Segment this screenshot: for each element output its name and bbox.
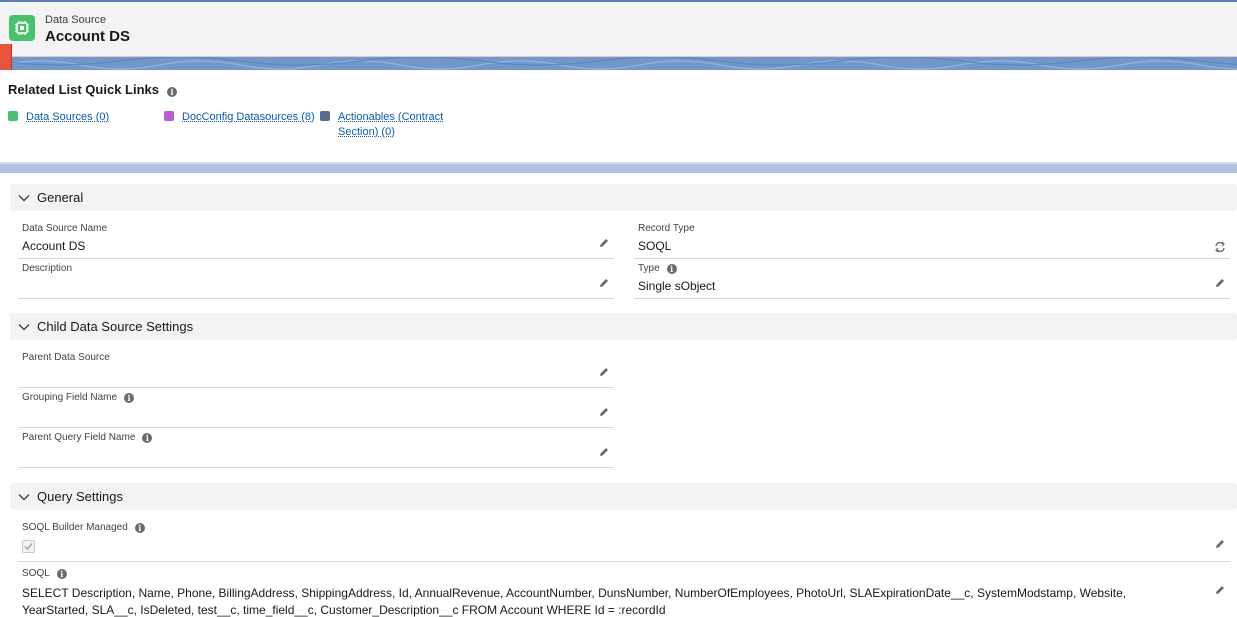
quick-link-label[interactable]: Actionables (Contract Section) (0) xyxy=(338,110,443,140)
field-label-text: SOQL Builder Managed xyxy=(22,522,128,533)
decorative-banner xyxy=(0,57,1237,70)
section-title: Child Data Source Settings xyxy=(37,319,194,334)
pencil-icon[interactable] xyxy=(1214,538,1226,550)
field-label: SOQL i xyxy=(22,568,67,579)
quick-link-label[interactable]: Data Sources (0) xyxy=(26,110,109,125)
checkmark-icon xyxy=(24,543,33,550)
utility-tab-handle[interactable] xyxy=(0,44,12,70)
field-parent-data-source: Parent Data Source xyxy=(18,350,614,388)
field-label: Parent Data Source xyxy=(22,352,110,363)
pencil-icon[interactable] xyxy=(598,446,610,458)
quick-link-actionables[interactable]: Actionables (Contract Section) (0) xyxy=(320,110,443,140)
field-grouping-field-name: Grouping Field Name i xyxy=(18,390,614,428)
quick-link-label-line2[interactable]: Section) (0) xyxy=(338,126,395,138)
section-title: General xyxy=(37,190,84,205)
soql-query-value: SELECT Description, Name, Phone, Billing… xyxy=(22,586,1127,617)
field-value: Single sObject xyxy=(638,279,716,293)
field-label: Description xyxy=(22,263,73,274)
field-soql-builder-managed: SOQL Builder Managed i xyxy=(18,520,1230,562)
record-title: Account DS xyxy=(45,28,131,45)
field-label: SOQL Builder Managed i xyxy=(22,522,145,533)
chevron-down-icon xyxy=(18,194,30,201)
pencil-icon[interactable] xyxy=(598,366,610,378)
quick-links-title: Related List Quick Links xyxy=(8,82,159,97)
field-soql: SOQL i SELECT Description, Name, Phone, … xyxy=(18,566,1230,617)
field-value: SOQL xyxy=(638,239,672,253)
section-child-header[interactable]: Child Data Source Settings xyxy=(10,313,1237,340)
quick-link-docconfig-datasources[interactable]: DocConfig Datasources (8) xyxy=(164,110,315,125)
info-icon[interactable]: i xyxy=(167,87,177,97)
field-label-text: Parent Query Field Name xyxy=(22,432,136,443)
change-record-type-icon[interactable] xyxy=(1214,241,1226,253)
section-query-header[interactable]: Query Settings xyxy=(10,483,1237,510)
info-icon[interactable]: i xyxy=(124,392,135,403)
field-label: Parent Query Field Name i xyxy=(22,432,153,443)
quick-link-label[interactable]: DocConfig Datasources (8) xyxy=(182,110,315,125)
info-icon[interactable]: i xyxy=(142,432,153,443)
pencil-icon[interactable] xyxy=(598,277,610,289)
pencil-icon[interactable] xyxy=(598,237,610,249)
record-header: Data Source Account DS xyxy=(0,0,1237,57)
section-general-header[interactable]: General xyxy=(10,184,1237,211)
pencil-icon[interactable] xyxy=(1214,277,1226,289)
object-label: Data Source xyxy=(45,14,107,26)
field-type: Type i Single sObject xyxy=(634,261,1230,299)
data-source-icon xyxy=(8,111,18,121)
field-label-text: Type xyxy=(638,263,660,274)
soql-builder-managed-checkbox xyxy=(22,540,35,553)
chip-icon xyxy=(9,15,35,41)
field-label: Data Source Name xyxy=(22,223,108,234)
quick-link-label-line1[interactable]: Actionables (Contract xyxy=(338,111,443,123)
field-label: Grouping Field Name i xyxy=(22,392,135,403)
info-icon[interactable]: i xyxy=(666,263,677,274)
wrench-icon xyxy=(320,111,330,121)
section-title: Query Settings xyxy=(37,489,123,504)
related-list-quick-links: Related List Quick Links i Data Sources … xyxy=(0,70,1237,162)
chevron-down-icon xyxy=(18,323,30,330)
quick-link-data-sources[interactable]: Data Sources (0) xyxy=(8,110,109,125)
field-data-source-name: Data Source Name Account DS xyxy=(18,221,614,259)
pencil-icon[interactable] xyxy=(1214,584,1226,596)
info-icon[interactable]: i xyxy=(56,568,67,579)
field-label-text: SOQL xyxy=(22,568,50,579)
field-parent-query-field-name: Parent Query Field Name i xyxy=(18,430,614,468)
chevron-down-icon xyxy=(18,493,30,500)
field-label: Type i xyxy=(638,263,677,274)
field-description: Description xyxy=(18,261,614,299)
pencil-icon[interactable] xyxy=(598,406,610,418)
info-icon[interactable]: i xyxy=(134,522,145,533)
doc-config-icon xyxy=(164,111,174,121)
field-value: Account DS xyxy=(22,239,86,253)
field-label-text: Grouping Field Name xyxy=(22,392,118,403)
field-record-type: Record Type SOQL xyxy=(634,221,1230,259)
section-divider xyxy=(0,162,1237,173)
field-label: Record Type xyxy=(638,223,695,234)
